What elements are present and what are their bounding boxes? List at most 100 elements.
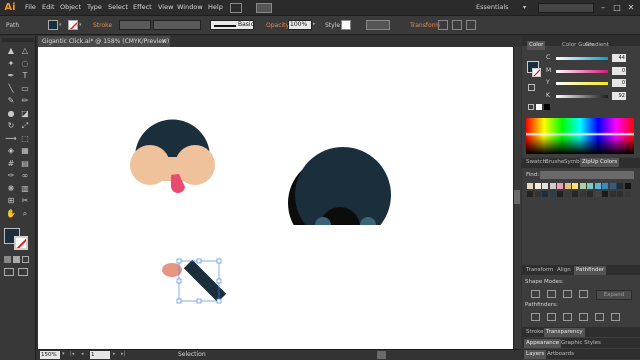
color-swatch[interactable] bbox=[572, 191, 578, 197]
color-swatch[interactable] bbox=[549, 191, 556, 197]
color-swatch[interactable] bbox=[609, 183, 616, 189]
eraser-tool-icon[interactable]: ◪ bbox=[19, 109, 31, 119]
divide-icon[interactable] bbox=[531, 313, 540, 321]
eyedropper-tool-icon[interactable]: ✑ bbox=[5, 171, 17, 181]
artboard-tool-icon[interactable]: ⊞ bbox=[5, 196, 17, 206]
tab-pathfinder[interactable]: Pathfinder bbox=[574, 266, 607, 275]
color-swatch[interactable] bbox=[602, 191, 608, 197]
color-swatch[interactable] bbox=[579, 191, 586, 197]
last-artboard-icon[interactable]: ▸| bbox=[121, 351, 125, 357]
rectangle-tool-icon[interactable]: ▭ bbox=[19, 84, 31, 94]
panel-stroke-swatch[interactable] bbox=[532, 68, 541, 77]
black-color-icon[interactable] bbox=[544, 104, 550, 110]
toolbar-grip[interactable] bbox=[2, 38, 34, 42]
variable-width-profile[interactable] bbox=[153, 20, 201, 30]
color-swatch[interactable] bbox=[534, 183, 541, 189]
color-swatch[interactable] bbox=[564, 183, 571, 189]
resize-handle-e[interactable] bbox=[216, 278, 222, 284]
type-tool-icon[interactable]: T bbox=[19, 71, 31, 81]
color-swatch[interactable] bbox=[542, 183, 548, 189]
gradient-tool-icon[interactable]: ▤ bbox=[19, 159, 31, 169]
none-mode-icon[interactable] bbox=[22, 256, 29, 263]
find-swatch-input[interactable] bbox=[540, 171, 634, 179]
pen-tool-icon[interactable]: ✒ bbox=[5, 71, 17, 81]
menu-effect[interactable]: Effect bbox=[133, 3, 152, 11]
resize-handle-se[interactable] bbox=[216, 298, 222, 304]
opacity-arrow-icon[interactable]: ▸ bbox=[313, 21, 316, 27]
color-swatch[interactable] bbox=[587, 183, 593, 189]
color-mode-icon[interactable] bbox=[4, 256, 11, 263]
width-tool-icon[interactable]: ⟿ bbox=[5, 134, 17, 144]
blend-tool-icon[interactable]: ∞ bbox=[19, 171, 31, 181]
color-swatch[interactable] bbox=[609, 191, 616, 197]
artboard-number-field[interactable]: 1 bbox=[90, 351, 110, 359]
line-tool-icon[interactable]: ╲ bbox=[5, 84, 17, 94]
resize-handle-ne[interactable] bbox=[216, 258, 222, 264]
bridge-icon[interactable] bbox=[230, 3, 242, 13]
minus-back-icon[interactable] bbox=[611, 313, 620, 321]
tab-artboards[interactable]: Artboards bbox=[545, 350, 576, 359]
merge-icon[interactable] bbox=[563, 313, 572, 321]
slider-value-k[interactable]: 92 bbox=[612, 91, 626, 100]
tab-graphic-styles[interactable]: Graphic Styles bbox=[559, 339, 603, 348]
scale-tool-icon[interactable]: ⤢ bbox=[19, 121, 31, 131]
menu-file[interactable]: File bbox=[25, 3, 36, 11]
menu-object[interactable]: Object bbox=[60, 3, 81, 11]
menu-window[interactable]: Window bbox=[177, 3, 203, 11]
perspective-tool-icon[interactable]: ▦ bbox=[19, 146, 31, 156]
slider-track-y[interactable] bbox=[556, 82, 608, 85]
tab-align[interactable]: Align bbox=[555, 266, 573, 275]
menu-select[interactable]: Select bbox=[108, 3, 128, 11]
stroke-color-box[interactable] bbox=[14, 236, 28, 250]
maximize-icon[interactable]: □ bbox=[612, 2, 622, 13]
help-search-input[interactable] bbox=[538, 3, 594, 13]
tab-gradient[interactable]: Gradient bbox=[583, 41, 611, 50]
graphic-style-swatch[interactable] bbox=[341, 20, 351, 30]
opacity-field[interactable]: 100% bbox=[288, 20, 312, 30]
panel-menu-icon[interactable] bbox=[466, 20, 476, 30]
isolate-group-icon[interactable] bbox=[438, 20, 448, 30]
zoom-dropdown-icon[interactable]: ▾ bbox=[62, 351, 65, 357]
recolor-artwork-icon[interactable] bbox=[452, 20, 462, 30]
slider-value-c[interactable]: 44 bbox=[612, 54, 626, 62]
horizontal-scroll-thumb[interactable] bbox=[377, 351, 386, 359]
trim-icon[interactable] bbox=[547, 313, 556, 321]
slider-value-y[interactable]: 0 bbox=[612, 79, 626, 87]
exclude-icon[interactable] bbox=[579, 290, 588, 298]
color-swatch[interactable] bbox=[587, 191, 593, 197]
slider-track-k[interactable] bbox=[556, 94, 608, 98]
color-swatch[interactable] bbox=[594, 183, 601, 189]
vertical-scroll-thumb[interactable] bbox=[514, 190, 520, 204]
zoom-tool-icon[interactable]: ⌕ bbox=[19, 209, 31, 219]
opacity-panel-link[interactable]: Opacity: bbox=[266, 22, 291, 29]
slice-tool-icon[interactable]: ✂ bbox=[19, 196, 31, 206]
color-swatch[interactable] bbox=[594, 191, 601, 197]
draw-mode-icon[interactable] bbox=[4, 268, 14, 276]
resize-handle-sw[interactable] bbox=[176, 298, 182, 304]
magic-wand-tool-icon[interactable]: ✦ bbox=[5, 59, 17, 69]
tab-transparency[interactable]: Transparency bbox=[544, 328, 585, 337]
color-spectrum-ramp[interactable] bbox=[526, 118, 634, 154]
unite-icon[interactable] bbox=[531, 290, 540, 298]
first-artboard-icon[interactable]: |◂ bbox=[70, 351, 74, 357]
tab-appearance[interactable]: Appearance bbox=[524, 339, 562, 348]
resize-handle-n[interactable] bbox=[196, 258, 202, 264]
menu-type[interactable]: Type bbox=[87, 3, 102, 11]
direct-select-tool-icon[interactable]: △ bbox=[19, 46, 31, 56]
color-swatch[interactable] bbox=[624, 183, 631, 189]
workspace-switcher[interactable]: Essentials bbox=[476, 3, 509, 11]
previous-artboard-icon[interactable]: ◂ bbox=[81, 351, 84, 357]
white-color-icon[interactable] bbox=[536, 104, 542, 110]
color-swatch[interactable] bbox=[572, 183, 578, 189]
arrange-documents-icon[interactable] bbox=[256, 3, 272, 13]
zoom-level-field[interactable]: 150% bbox=[40, 351, 60, 359]
pencil-tool-icon[interactable]: ✏ bbox=[19, 96, 31, 106]
color-swatch[interactable] bbox=[564, 191, 571, 197]
color-swatch[interactable] bbox=[557, 183, 563, 189]
mesh-tool-icon[interactable]: # bbox=[5, 159, 17, 169]
slider-value-m[interactable]: 0 bbox=[612, 66, 626, 75]
color-swatch[interactable] bbox=[527, 191, 533, 197]
tab-color[interactable]: Color bbox=[527, 41, 546, 50]
color-swatch[interactable] bbox=[542, 191, 548, 197]
color-swatch[interactable] bbox=[617, 191, 623, 197]
